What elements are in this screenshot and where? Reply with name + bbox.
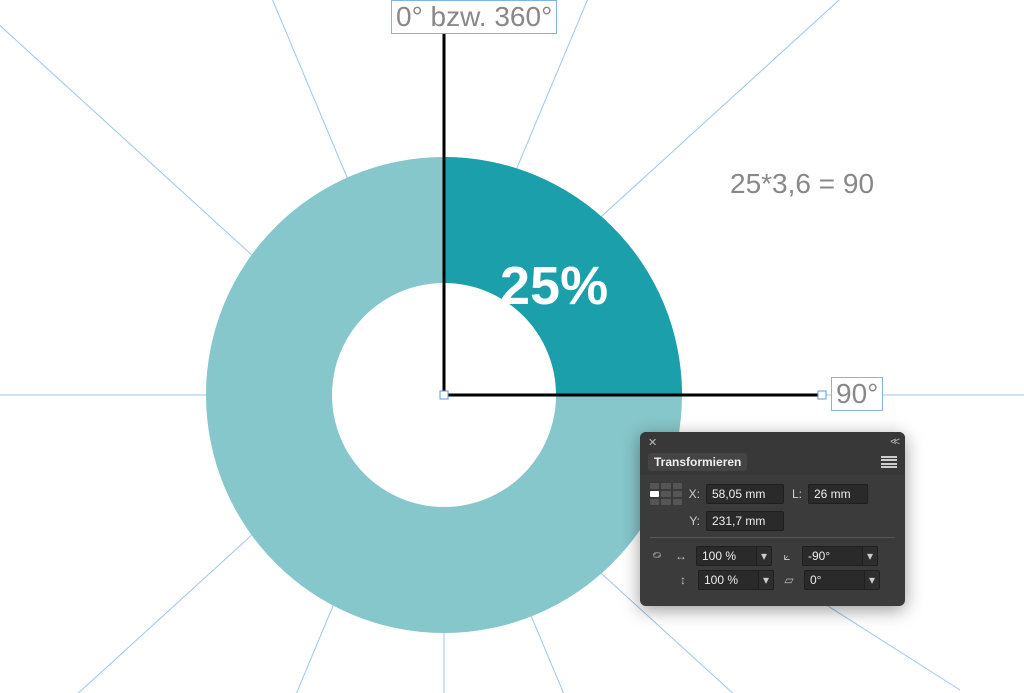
annotation-0-360[interactable]: 0° bzw. 360°	[392, 1, 556, 33]
y-label: Y:	[688, 514, 700, 528]
l-field[interactable]	[808, 484, 868, 504]
annotation-90[interactable]: 90°	[832, 378, 882, 410]
shear-icon: ▱	[780, 571, 798, 589]
reference-point-selector[interactable]	[650, 483, 682, 505]
l-label: L:	[790, 487, 802, 501]
shear-field[interactable]	[804, 570, 864, 590]
scale-vertical-icon: ↕	[674, 571, 692, 589]
scale-horizontal-field[interactable]	[696, 546, 756, 566]
x-label: X:	[688, 487, 700, 501]
panel-menu-icon[interactable]	[881, 456, 897, 468]
donut-percent-label[interactable]: 25%	[500, 255, 608, 317]
scale-vertical-field[interactable]	[698, 570, 758, 590]
rotation-dropdown[interactable]: ▾	[862, 546, 878, 566]
transform-panel[interactable]: ✕ << Transformieren X: L:	[640, 432, 905, 606]
close-icon[interactable]: ✕	[648, 436, 657, 449]
panel-title: Transformieren	[648, 453, 747, 471]
y-field[interactable]	[706, 511, 784, 531]
scale-horizontal-dropdown[interactable]: ▾	[756, 546, 772, 566]
rotation-field[interactable]	[802, 546, 862, 566]
rotation-icon: ⟀	[778, 547, 796, 565]
collapse-icon[interactable]: <<	[890, 436, 897, 449]
scale-horizontal-icon: ↔	[672, 547, 690, 565]
constrain-proportions-icon[interactable]	[650, 548, 664, 565]
design-canvas[interactable]: 0° bzw. 360° 25*3,6 = 90 90° 25% ✕ << Tr…	[0, 0, 1024, 693]
x-field[interactable]	[706, 484, 784, 504]
scale-vertical-dropdown[interactable]: ▾	[758, 570, 774, 590]
shear-dropdown[interactable]: ▾	[864, 570, 880, 590]
annotation-formula[interactable]: 25*3,6 = 90	[726, 168, 878, 200]
